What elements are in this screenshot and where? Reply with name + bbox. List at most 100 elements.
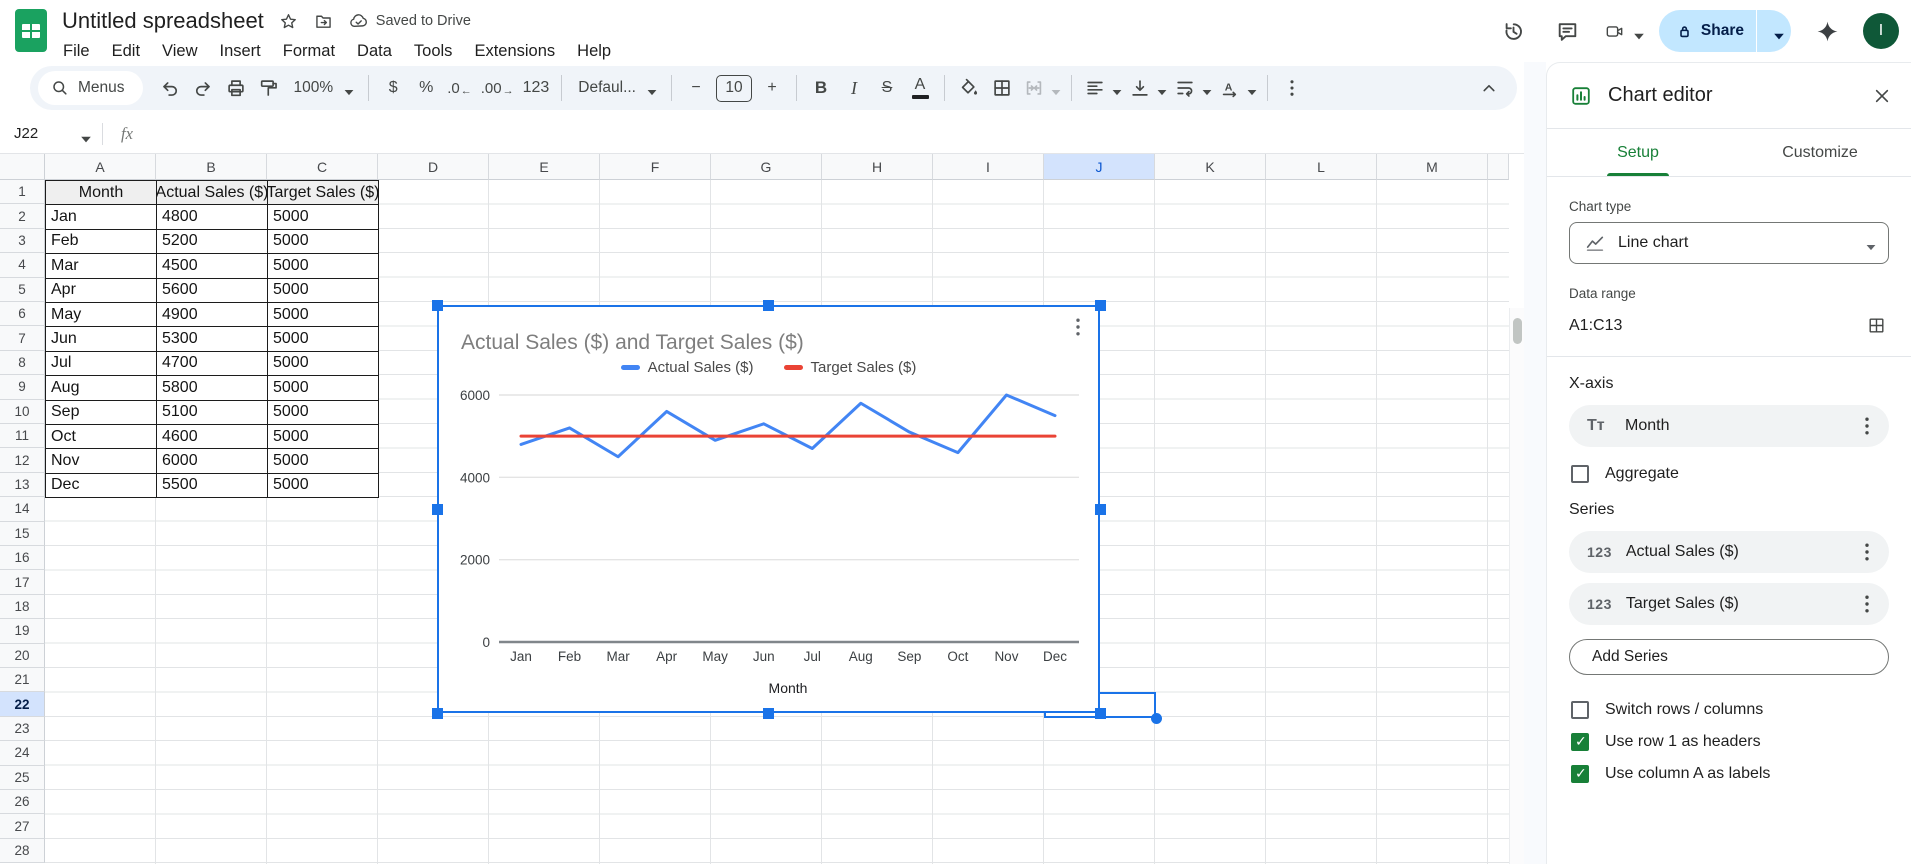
cell-B13[interactable]: 5500 — [157, 474, 268, 498]
cell-C3[interactable]: 5000 — [268, 230, 379, 254]
menus-button[interactable]: Menus — [38, 71, 143, 105]
column-header-B[interactable]: B — [156, 154, 267, 180]
gemini-sparkle-icon[interactable] — [1805, 9, 1849, 53]
checkbox-use-column-a-as-labels[interactable]: Use column A as labels — [1571, 765, 1887, 783]
data-range-field[interactable]: A1:C13 — [1569, 315, 1887, 336]
share-dropdown-button[interactable] — [1757, 10, 1791, 52]
cell-C12[interactable]: 5000 — [268, 449, 379, 473]
select-all-corner[interactable] — [0, 154, 45, 180]
chart-resize-handle[interactable] — [1095, 504, 1106, 515]
row-header-13[interactable]: 13 — [0, 473, 45, 497]
tab-setup[interactable]: Setup — [1547, 129, 1729, 176]
menu-view[interactable]: View — [151, 40, 208, 63]
row-header-9[interactable]: 9 — [0, 375, 45, 399]
row-header-10[interactable]: 10 — [0, 400, 45, 424]
chart-resize-handle[interactable] — [763, 708, 774, 719]
row-header-6[interactable]: 6 — [0, 302, 45, 326]
row-header-1[interactable]: 1 — [0, 180, 45, 204]
series-field[interactable]: 123Actual Sales ($) — [1569, 531, 1889, 573]
row-header-25[interactable]: 25 — [0, 766, 45, 790]
italic-button[interactable]: I — [838, 71, 870, 105]
chart-resize-handle[interactable] — [432, 504, 443, 515]
increase-decimals-button[interactable]: .00→ — [477, 71, 518, 105]
column-header-D[interactable]: D — [378, 154, 489, 180]
aggregate-checkbox[interactable]: Aggregate — [1571, 465, 1887, 483]
strikethrough-button[interactable]: S — [871, 71, 903, 105]
font-menu[interactable]: Defaul... — [570, 71, 663, 105]
vertical-align-button[interactable] — [1125, 71, 1169, 105]
cell-B1[interactable]: Actual Sales ($) — [157, 181, 268, 205]
text-rotation-button[interactable]: A — [1215, 71, 1259, 105]
column-header-J[interactable]: J — [1044, 154, 1155, 180]
cell-C13[interactable]: 5000 — [268, 474, 379, 498]
format-currency-button[interactable]: $ — [377, 71, 409, 105]
cell-C6[interactable]: 5000 — [268, 303, 379, 327]
menu-help[interactable]: Help — [566, 40, 622, 63]
bold-button[interactable]: B — [805, 71, 837, 105]
menu-file[interactable]: File — [52, 40, 101, 63]
cell-A4[interactable]: Mar — [46, 254, 157, 278]
row-header-21[interactable]: 21 — [0, 668, 45, 692]
merge-cells-button[interactable] — [1019, 71, 1063, 105]
sheets-logo-icon[interactable] — [15, 9, 47, 52]
cell-A13[interactable]: Dec — [46, 474, 157, 498]
fill-handle[interactable] — [1151, 713, 1162, 724]
row-header-3[interactable]: 3 — [0, 229, 45, 253]
meet-button[interactable] — [1600, 21, 1645, 42]
close-icon[interactable] — [1871, 85, 1893, 107]
checkbox[interactable] — [1571, 701, 1589, 719]
chart-resize-handle[interactable] — [432, 300, 443, 311]
row-header-2[interactable]: 2 — [0, 204, 45, 228]
fill-color-button[interactable] — [953, 71, 985, 105]
cell-B11[interactable]: 4600 — [157, 425, 268, 449]
cell-C9[interactable]: 5000 — [268, 376, 379, 400]
cell-B9[interactable]: 5800 — [157, 376, 268, 400]
cell-C10[interactable]: 5000 — [268, 401, 379, 425]
cell-B5[interactable]: 5600 — [157, 279, 268, 303]
column-header-F[interactable]: F — [600, 154, 711, 180]
column-header-E[interactable]: E — [489, 154, 600, 180]
cell-A7[interactable]: Jun — [46, 327, 157, 351]
text-wrapping-button[interactable] — [1170, 71, 1214, 105]
more-vert-icon[interactable] — [1855, 540, 1879, 564]
x-axis-field[interactable]: Tт Month — [1569, 405, 1889, 447]
menu-tools[interactable]: Tools — [403, 40, 464, 63]
paint-format-button[interactable] — [253, 71, 285, 105]
column-header-G[interactable]: G — [711, 154, 822, 180]
checkbox-switch-rows-columns[interactable]: Switch rows / columns — [1571, 701, 1887, 719]
add-series-button[interactable]: Add Series — [1569, 639, 1889, 675]
cell-B2[interactable]: 4800 — [157, 205, 268, 229]
checkbox-use-row-1-as-headers[interactable]: Use row 1 as headers — [1571, 733, 1887, 751]
row-header-19[interactable]: 19 — [0, 619, 45, 643]
row-header-11[interactable]: 11 — [0, 424, 45, 448]
row-header-15[interactable]: 15 — [0, 522, 45, 546]
cell-A8[interactable]: Jul — [46, 352, 157, 376]
column-header-H[interactable]: H — [822, 154, 933, 180]
decrease-decimals-button[interactable]: .0← — [443, 71, 476, 105]
increase-font-size-button[interactable]: + — [756, 71, 788, 105]
menu-extensions[interactable]: Extensions — [463, 40, 566, 63]
star-icon[interactable] — [278, 11, 299, 32]
format-percent-button[interactable]: % — [410, 71, 442, 105]
menu-format[interactable]: Format — [272, 40, 346, 63]
cell-A2[interactable]: Jan — [46, 205, 157, 229]
cell-A3[interactable]: Feb — [46, 230, 157, 254]
row-header-16[interactable]: 16 — [0, 546, 45, 570]
column-header-A[interactable]: A — [45, 154, 156, 180]
cell-C2[interactable]: 5000 — [268, 205, 379, 229]
row-header-22[interactable]: 22 — [0, 692, 45, 716]
cell-C11[interactable]: 5000 — [268, 425, 379, 449]
select-range-icon[interactable] — [1866, 315, 1887, 336]
menu-data[interactable]: Data — [346, 40, 403, 63]
cell-B6[interactable]: 4900 — [157, 303, 268, 327]
menu-edit[interactable]: Edit — [101, 40, 151, 63]
row-header-14[interactable]: 14 — [0, 497, 45, 521]
vertical-scrollbar[interactable] — [1509, 308, 1524, 864]
cell-A5[interactable]: Apr — [46, 279, 157, 303]
spreadsheet-title[interactable]: Untitled spreadsheet — [62, 8, 264, 34]
share-button[interactable]: Share — [1659, 10, 1791, 52]
row-header-7[interactable]: 7 — [0, 326, 45, 350]
more-toolbar-button[interactable] — [1276, 71, 1308, 105]
undo-button[interactable] — [154, 71, 186, 105]
tab-customize[interactable]: Customize — [1729, 129, 1911, 176]
